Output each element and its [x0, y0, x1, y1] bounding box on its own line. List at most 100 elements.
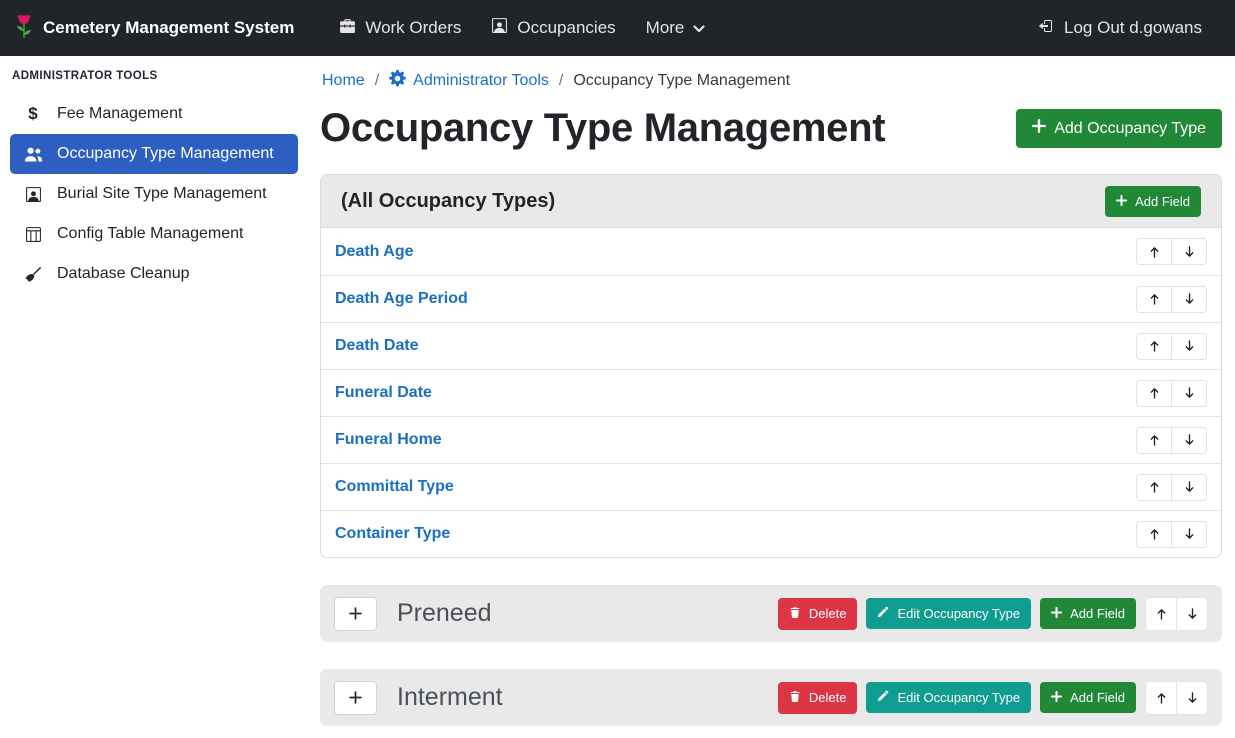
move-down-button[interactable] [1171, 380, 1207, 407]
add-field-button[interactable]: Add Field [1040, 598, 1136, 629]
field-link-container-type[interactable]: Container Type [335, 525, 450, 543]
sidebar-item-label: Occupancy Type Management [57, 145, 274, 163]
app-window: Cemetery Management System Work Orders O… [0, 0, 1235, 738]
move-down-button[interactable] [1171, 286, 1207, 313]
add-field-button[interactable]: Add Field [1105, 186, 1201, 217]
nav-more[interactable]: More [631, 0, 721, 56]
users-icon [22, 147, 44, 162]
add-field-label: Add Field [1135, 194, 1190, 209]
field-row: Container Type [321, 510, 1221, 557]
move-down-button[interactable] [1176, 597, 1208, 631]
plus-icon [1032, 119, 1046, 138]
sidebar-item-occupancy-type-management[interactable]: Occupancy Type Management [10, 134, 298, 174]
title-row: Occupancy Type Management Add Occupancy … [320, 106, 1222, 151]
field-row: Committal Type [321, 463, 1221, 510]
add-field-label: Add Field [1070, 690, 1125, 705]
move-up-button[interactable] [1145, 597, 1177, 631]
sidebar-item-label: Fee Management [57, 105, 182, 123]
expand-button[interactable] [334, 597, 377, 631]
move-down-button[interactable] [1171, 474, 1207, 501]
logout-icon [1037, 18, 1055, 39]
edit-occupancy-type-button[interactable]: Edit Occupancy Type [866, 682, 1031, 713]
breadcrumb-current: Occupancy Type Management [573, 72, 790, 90]
move-up-button[interactable] [1136, 333, 1172, 360]
dollar-icon: $ [22, 104, 44, 124]
sidebar-item-label: Config Table Management [57, 225, 244, 243]
section-title: Preneed [397, 599, 492, 628]
move-down-button[interactable] [1171, 238, 1207, 265]
sidebar-item-config-table-management[interactable]: Config Table Management [10, 214, 298, 254]
flower-logo-icon [14, 12, 34, 45]
sidebar-item-burial-site-type-management[interactable]: Burial Site Type Management [10, 174, 298, 214]
pencil-icon [877, 690, 889, 705]
move-up-button[interactable] [1136, 380, 1172, 407]
nav-occupancies-label: Occupancies [517, 18, 615, 38]
add-field-label: Add Field [1070, 606, 1125, 621]
sidebar-item-fee-management[interactable]: $ Fee Management [10, 94, 298, 134]
delete-button[interactable]: Delete [778, 598, 858, 630]
field-link-death-age-period[interactable]: Death Age Period [335, 290, 468, 308]
broom-icon [22, 266, 44, 283]
burial-site-icon [22, 186, 44, 203]
reorder-button-group [1136, 238, 1207, 265]
nav-occupancies[interactable]: Occupancies [476, 0, 630, 56]
move-up-button[interactable] [1136, 286, 1172, 313]
field-link-funeral-date[interactable]: Funeral Date [335, 384, 432, 402]
page-title: Occupancy Type Management [320, 106, 885, 151]
move-down-button[interactable] [1176, 681, 1208, 715]
trash-icon [789, 690, 801, 706]
delete-label: Delete [809, 606, 847, 621]
move-up-button[interactable] [1136, 521, 1172, 548]
move-up-button[interactable] [1145, 681, 1177, 715]
chevron-down-icon [693, 18, 705, 38]
move-down-button[interactable] [1171, 427, 1207, 454]
logout-button[interactable]: Log Out d.gowans [1022, 0, 1217, 56]
delete-label: Delete [809, 690, 847, 705]
card-header: (All Occupancy Types) Add Field [321, 175, 1221, 228]
breadcrumb-admin-tools-link[interactable]: Administrator Tools [389, 70, 549, 92]
breadcrumb-home-link[interactable]: Home [322, 72, 365, 90]
nav-more-label: More [646, 18, 685, 38]
delete-button[interactable]: Delete [778, 682, 858, 714]
field-link-death-age[interactable]: Death Age [335, 243, 414, 261]
edit-occupancy-type-button[interactable]: Edit Occupancy Type [866, 598, 1031, 629]
section-actions: Delete Edit Occupancy Type Add Field [778, 597, 1208, 631]
main-content: Home / Administrator Tools / Occupancy T… [308, 56, 1235, 738]
app-title: Cemetery Management System [43, 18, 294, 38]
move-up-button[interactable] [1136, 474, 1172, 501]
sidebar-item-label: Burial Site Type Management [57, 185, 267, 203]
reorder-button-group [1145, 681, 1208, 715]
app-brand-link[interactable]: Cemetery Management System [14, 12, 294, 45]
reorder-button-group [1136, 521, 1207, 548]
breadcrumb-separator: / [375, 72, 379, 90]
reorder-button-group [1145, 597, 1208, 631]
add-occupancy-type-button[interactable]: Add Occupancy Type [1016, 109, 1222, 148]
add-occupancy-type-label: Add Occupancy Type [1054, 120, 1206, 138]
field-link-committal-type[interactable]: Committal Type [335, 478, 454, 496]
expand-button[interactable] [334, 681, 377, 715]
logout-label: Log Out d.gowans [1064, 18, 1202, 38]
breadcrumb-admin-tools-label: Administrator Tools [413, 72, 549, 90]
gear-icon [389, 70, 406, 92]
section-actions: Delete Edit Occupancy Type Add Field [778, 681, 1208, 715]
section-title: Interment [397, 683, 503, 712]
all-occupancy-types-card: (All Occupancy Types) Add Field Death Ag… [320, 174, 1222, 558]
move-down-button[interactable] [1171, 333, 1207, 360]
trash-icon [789, 606, 801, 622]
plus-icon [1051, 690, 1062, 705]
sidebar-heading: ADMINISTRATOR TOOLS [0, 62, 308, 94]
add-field-button[interactable]: Add Field [1040, 682, 1136, 713]
move-up-button[interactable] [1136, 238, 1172, 265]
field-row: Death Date [321, 322, 1221, 369]
nav-work-orders[interactable]: Work Orders [324, 0, 476, 56]
field-link-death-date[interactable]: Death Date [335, 337, 419, 355]
reorder-button-group [1136, 286, 1207, 313]
move-down-button[interactable] [1171, 521, 1207, 548]
sidebar-item-database-cleanup[interactable]: Database Cleanup [10, 254, 298, 294]
field-link-funeral-home[interactable]: Funeral Home [335, 431, 442, 449]
breadcrumb-separator: / [559, 72, 563, 90]
edit-occupancy-type-label: Edit Occupancy Type [897, 606, 1020, 621]
move-up-button[interactable] [1136, 427, 1172, 454]
toolbox-icon [339, 17, 356, 39]
nav-work-orders-label: Work Orders [365, 18, 461, 38]
